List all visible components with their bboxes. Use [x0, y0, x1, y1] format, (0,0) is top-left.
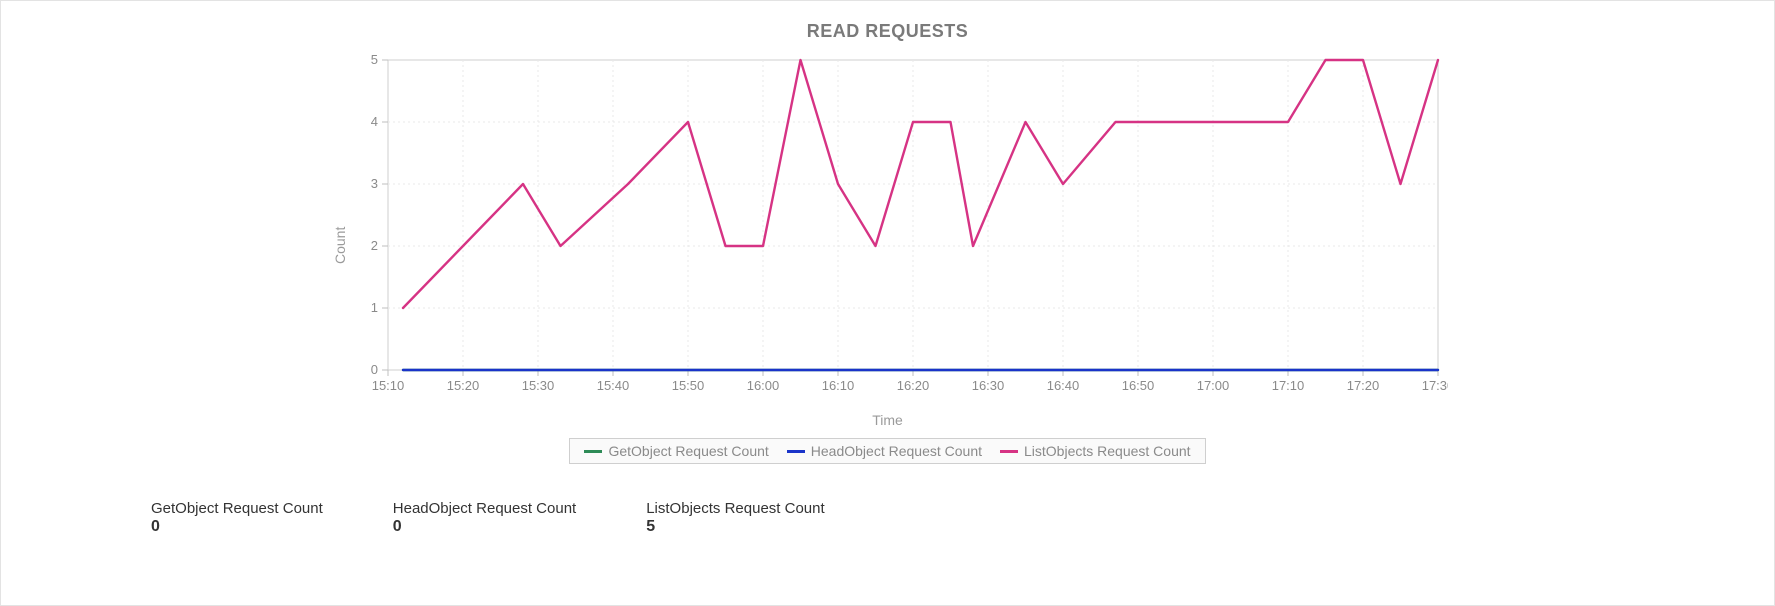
legend-item[interactable]: ListObjects Request Count: [1000, 443, 1191, 459]
legend-item[interactable]: GetObject Request Count: [584, 443, 768, 459]
stat-block: HeadObject Request Count0: [393, 500, 576, 536]
legend-item[interactable]: HeadObject Request Count: [787, 443, 982, 459]
legend-swatch: [787, 450, 805, 453]
legend-label: ListObjects Request Count: [1024, 443, 1191, 459]
svg-text:17:00: 17:00: [1196, 378, 1229, 393]
stat-block: ListObjects Request Count5: [646, 500, 824, 536]
svg-text:2: 2: [370, 238, 377, 253]
svg-text:16:30: 16:30: [971, 378, 1004, 393]
svg-text:16:20: 16:20: [896, 378, 929, 393]
legend: GetObject Request Count HeadObject Reques…: [569, 438, 1205, 464]
svg-text:0: 0: [370, 362, 377, 377]
svg-text:16:10: 16:10: [821, 378, 854, 393]
svg-text:1: 1: [370, 300, 377, 315]
stat-label: GetObject Request Count: [151, 500, 323, 517]
line-chart: 0 1 2 3 4 5 15:10 15:20 15:30 15:40 15:50 16:00 16:1…: [348, 50, 1448, 410]
x-axis-label: Time: [31, 412, 1744, 428]
y-axis-label: Count: [328, 50, 348, 410]
stat-value: 0: [393, 518, 576, 536]
legend-label: GetObject Request Count: [608, 443, 768, 459]
stat-label: ListObjects Request Count: [646, 500, 824, 517]
svg-text:17:30: 17:30: [1421, 378, 1447, 393]
svg-text:15:10: 15:10: [371, 378, 404, 393]
chart-panel: READ REQUESTS Count 0 1 2 3 4 5 15:10 15:20 15:3…: [0, 0, 1775, 606]
svg-text:15:20: 15:20: [446, 378, 479, 393]
svg-text:15:40: 15:40: [596, 378, 629, 393]
chart-title: READ REQUESTS: [31, 21, 1744, 42]
legend-label: HeadObject Request Count: [811, 443, 982, 459]
summary-stats: GetObject Request Count0HeadObject Reque…: [151, 500, 1744, 536]
stat-label: HeadObject Request Count: [393, 500, 576, 517]
svg-text:15:50: 15:50: [671, 378, 704, 393]
svg-text:17:20: 17:20: [1346, 378, 1379, 393]
svg-text:15:30: 15:30: [521, 378, 554, 393]
svg-text:3: 3: [370, 176, 377, 191]
svg-text:5: 5: [370, 52, 377, 67]
legend-swatch: [1000, 450, 1018, 453]
stat-value: 0: [151, 518, 323, 536]
stat-block: GetObject Request Count0: [151, 500, 323, 536]
svg-text:16:50: 16:50: [1121, 378, 1154, 393]
svg-text:16:00: 16:00: [746, 378, 779, 393]
svg-text:17:10: 17:10: [1271, 378, 1304, 393]
svg-text:4: 4: [370, 114, 377, 129]
legend-swatch: [584, 450, 602, 453]
svg-text:16:40: 16:40: [1046, 378, 1079, 393]
chart-area: Count 0 1 2 3 4 5 15:10 15:20 15:30 15:40 15:50 16:…: [31, 50, 1744, 410]
stat-value: 5: [646, 518, 824, 536]
